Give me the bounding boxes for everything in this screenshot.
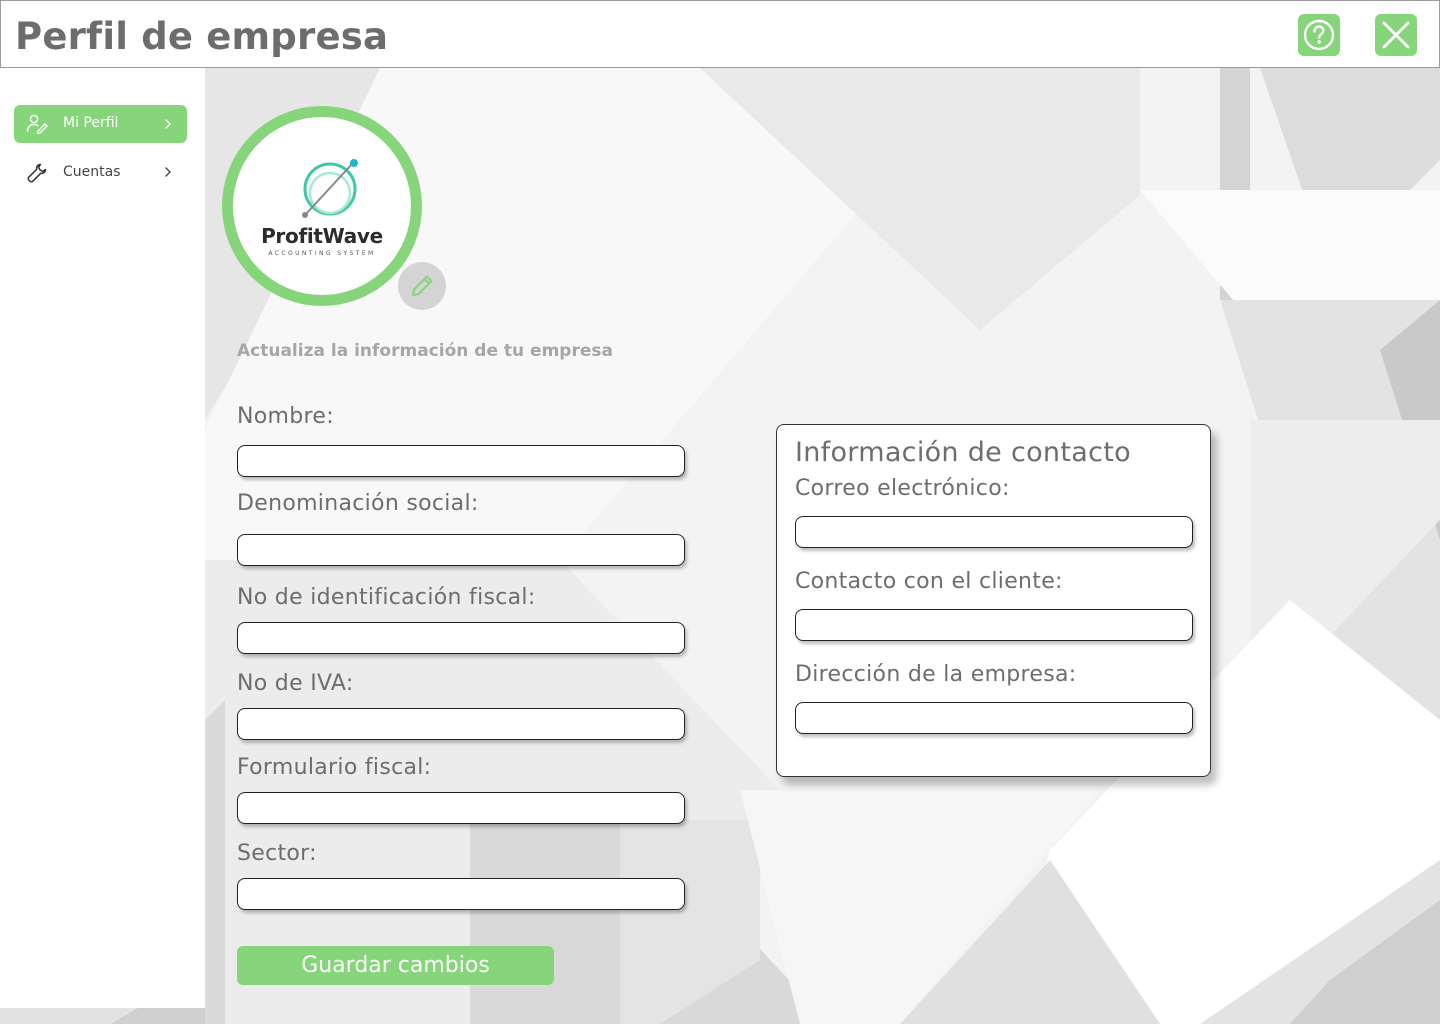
contact-info-card: Información de contacto Correo electróni… <box>776 424 1211 777</box>
x-icon <box>1382 21 1410 49</box>
page-title: Perfil de empresa <box>15 15 389 58</box>
pencil-icon <box>412 275 433 296</box>
form-subtitle: Actualiza la información de tu empresa <box>237 341 613 361</box>
formulario-fiscal-input[interactable] <box>237 792 685 824</box>
formulario-fiscal-label: Formulario fiscal: <box>237 755 432 780</box>
sector-label: Sector: <box>237 841 317 866</box>
iva-input[interactable] <box>237 708 685 740</box>
sidebar: Mi Perfil Cuentas <box>0 69 205 1008</box>
user-edit-icon <box>26 114 48 135</box>
header-bar: Perfil de empresa <box>0 0 1440 68</box>
identificacion-fiscal-label: No de identificación fiscal: <box>237 585 536 610</box>
close-button[interactable] <box>1375 14 1417 56</box>
contacto-cliente-input[interactable] <box>795 609 1193 641</box>
wrench-icon <box>27 163 47 183</box>
nombre-label: Nombre: <box>237 404 334 429</box>
denominacion-social-input[interactable] <box>237 534 685 566</box>
contact-card-title: Información de contacto <box>795 437 1131 468</box>
help-button[interactable] <box>1298 14 1340 56</box>
chevron-right-icon <box>165 119 171 129</box>
nombre-input[interactable] <box>237 445 685 477</box>
direccion-label: Dirección de la empresa: <box>795 662 1077 687</box>
direccion-input[interactable] <box>795 702 1193 734</box>
sidebar-item-cuentas[interactable]: Cuentas <box>14 154 187 192</box>
background-pattern <box>0 68 1440 1024</box>
iva-label: No de IVA: <box>237 671 354 696</box>
contacto-cliente-label: Contacto con el cliente: <box>795 569 1063 594</box>
company-logo: ProfitWave ACCOUNTING SYSTEM <box>222 106 422 306</box>
sector-input[interactable] <box>237 878 685 910</box>
sidebar-item-mi-perfil[interactable]: Mi Perfil <box>14 105 187 143</box>
save-changes-button[interactable]: Guardar cambios <box>237 946 554 985</box>
denominacion-social-label: Denominación social: <box>237 491 479 516</box>
identificacion-fiscal-input[interactable] <box>237 622 685 654</box>
logo-tagline: ACCOUNTING SYSTEM <box>268 250 376 257</box>
edit-logo-button[interactable] <box>398 262 446 310</box>
logo-name: ProfitWave <box>261 224 383 248</box>
chevron-right-icon <box>165 167 171 177</box>
sidebar-item-label: Cuentas <box>63 164 121 180</box>
profitwave-logo-mark <box>302 159 358 218</box>
sidebar-item-label: Mi Perfil <box>63 115 119 131</box>
correo-input[interactable] <box>795 516 1193 548</box>
correo-label: Correo electrónico: <box>795 476 1010 501</box>
question-circle-icon <box>1303 19 1335 51</box>
